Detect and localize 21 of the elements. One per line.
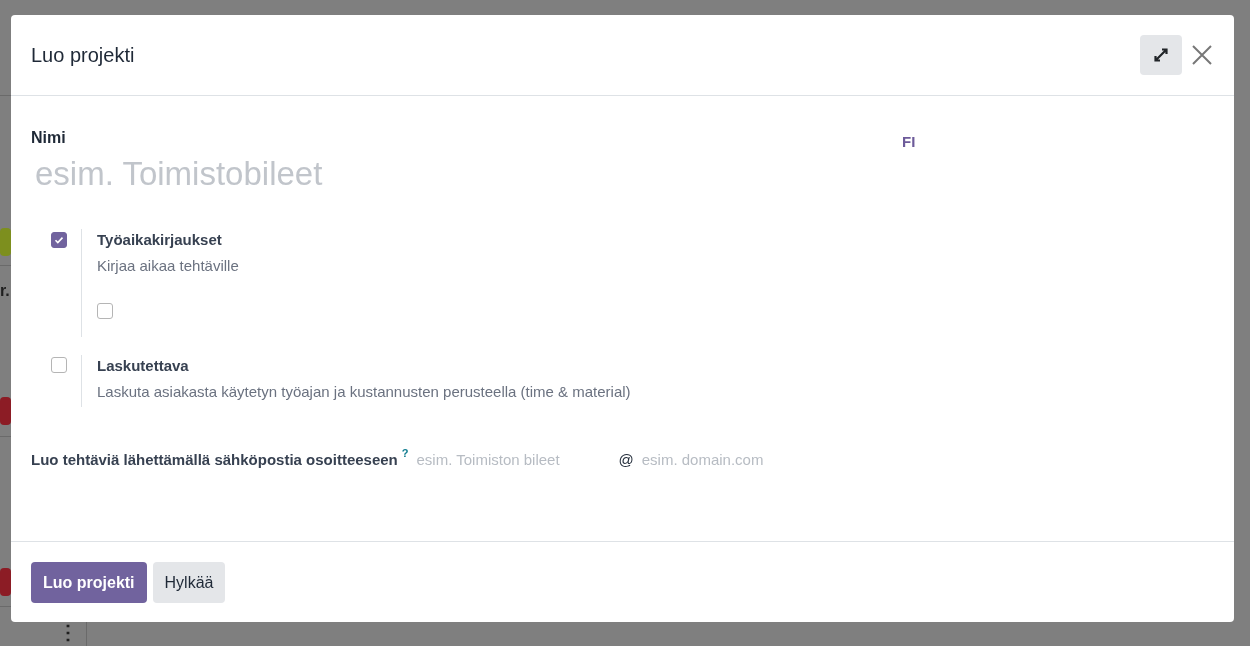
checkbox[interactable] [97,303,113,319]
checkbox[interactable] [51,232,67,248]
option-label: Laskutettava [97,356,189,376]
field-label: Nimi [31,129,66,147]
expand-button[interactable] [1140,35,1182,75]
cancel-button[interactable]: Hylkää [152,562,226,603]
close-icon[interactable] [1190,43,1214,67]
dialog-title: Luo projekti [31,43,136,67]
menu-icon[interactable]: ⋮ [58,618,78,646]
help-mark[interactable]: ? [401,447,409,459]
checkbox[interactable] [51,357,67,373]
create-button[interactable]: Luo projekti [31,562,147,603]
at-sign: @ [618,451,634,468]
check-icon [54,235,64,245]
language-button[interactable]: FI [902,133,916,150]
background-text: r. [0,282,10,300]
option-description: Laskuta asiakasta käytetyn työajan ja kustannusten perusteella (time & material) [97,382,631,402]
option-description: Kirjaa aikaa tehtäville [97,256,239,276]
field-label: Luo tehtäviä lähettämällä sähköpostia osoitteeseen [31,451,398,468]
expand-icon [1153,47,1169,63]
option-label: Työaikakirjaukset [97,230,222,250]
